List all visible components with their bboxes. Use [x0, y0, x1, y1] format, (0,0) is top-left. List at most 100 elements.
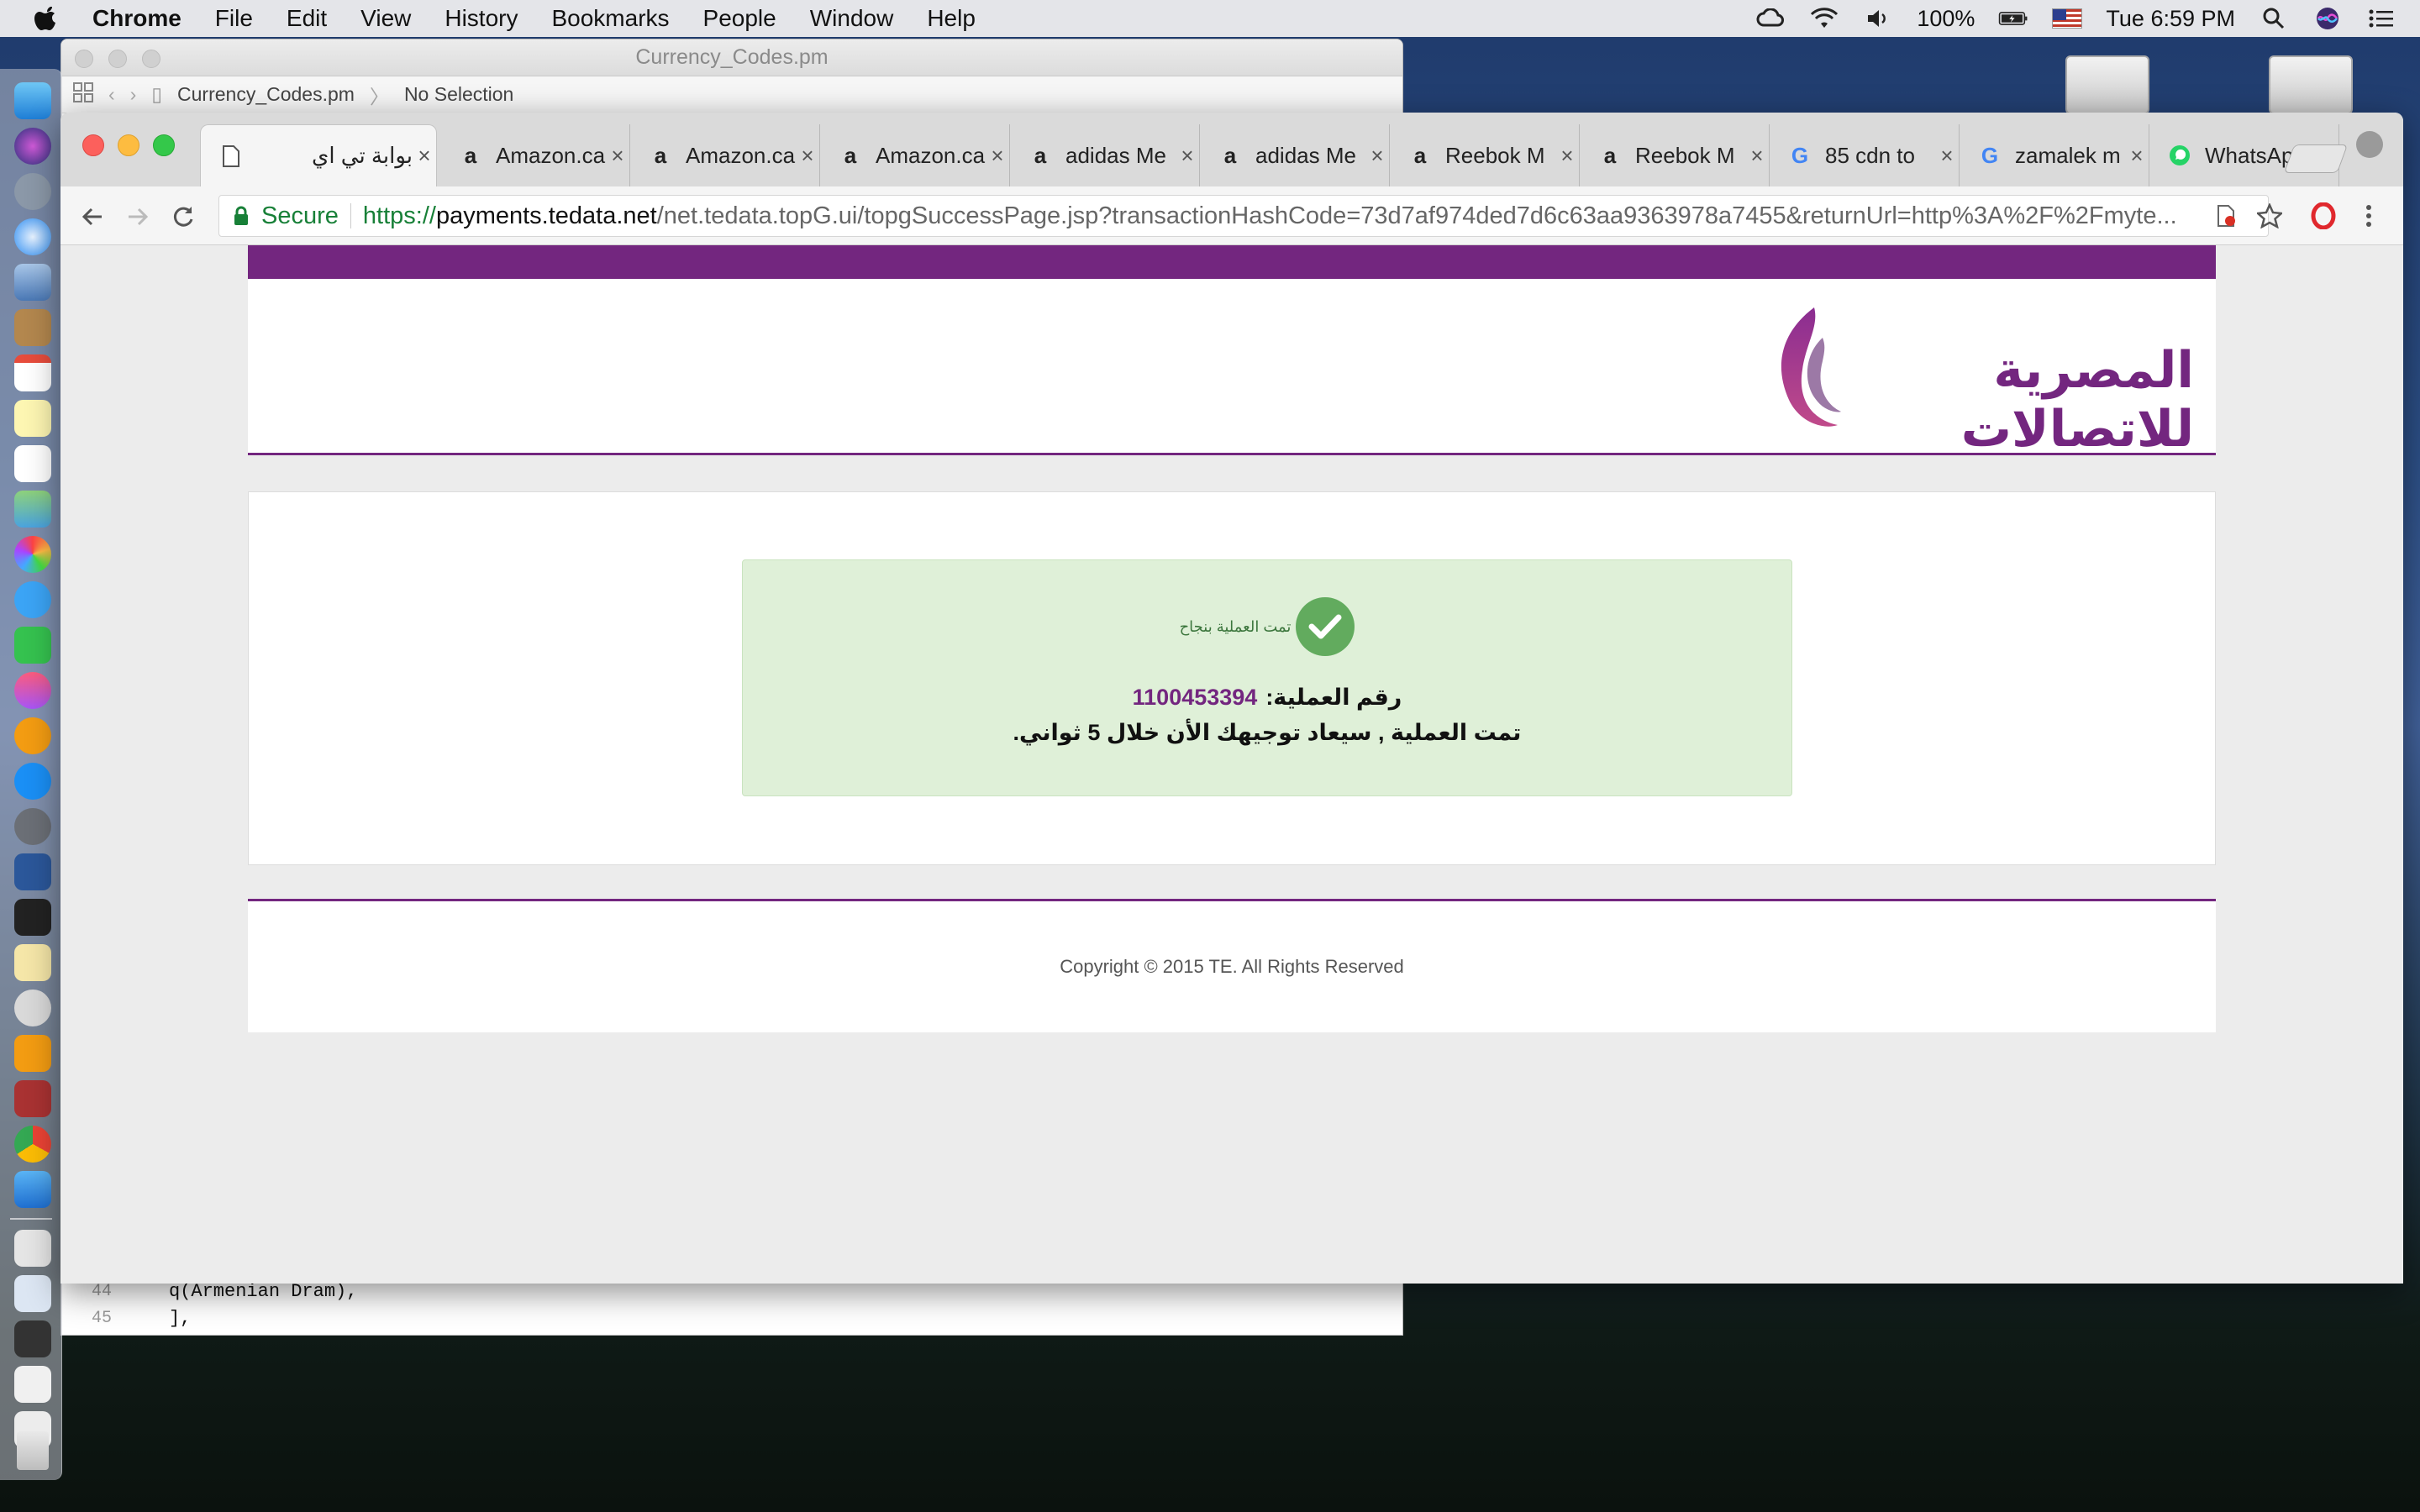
- reload-icon[interactable]: [168, 202, 198, 232]
- word-icon[interactable]: [14, 853, 51, 890]
- dock-separator: [10, 1218, 52, 1220]
- close-tab-icon[interactable]: ×: [1365, 143, 1389, 169]
- calendar-icon[interactable]: [14, 354, 51, 391]
- creative-cloud-icon[interactable]: [1755, 7, 1786, 30]
- sublime-text-icon[interactable]: [14, 1035, 51, 1072]
- menu-edit[interactable]: Edit: [287, 5, 327, 32]
- trash-icon[interactable]: [17, 1431, 49, 1470]
- close-tab-icon[interactable]: ×: [796, 143, 819, 169]
- close-button[interactable]: [82, 134, 104, 156]
- menu-people[interactable]: People: [703, 5, 776, 32]
- apple-icon[interactable]: [34, 5, 64, 32]
- downloads-icon[interactable]: [14, 1366, 51, 1403]
- finder-icon[interactable]: [14, 82, 51, 119]
- menu-bookmarks[interactable]: Bookmarks: [551, 5, 669, 32]
- battery-icon[interactable]: [1998, 7, 2028, 30]
- tab-reebok-1[interactable]: a Reebok M ×: [1390, 124, 1580, 186]
- xcode-icon[interactable]: [14, 1171, 51, 1208]
- forward-button-icon[interactable]: [123, 202, 153, 232]
- screenshot-icon[interactable]: [14, 1275, 51, 1312]
- editor-minimize-button[interactable]: [108, 50, 127, 68]
- sequel-pro-icon[interactable]: [14, 990, 51, 1026]
- menu-window[interactable]: Window: [810, 5, 894, 32]
- tab-amazon-2[interactable]: a Amazon.ca ×: [630, 124, 820, 186]
- tab-adidas-1[interactable]: a adidas Me ×: [1010, 124, 1200, 186]
- close-tab-icon[interactable]: ×: [1176, 143, 1199, 169]
- menu-help[interactable]: Help: [927, 5, 976, 32]
- safari-icon[interactable]: [14, 218, 51, 255]
- reminders-icon[interactable]: [14, 445, 51, 482]
- chrome-menu-icon[interactable]: [2354, 202, 2383, 230]
- grid-icon[interactable]: [73, 81, 93, 108]
- opera-extension-icon[interactable]: [2309, 202, 2338, 230]
- maps-icon[interactable]: [14, 491, 51, 528]
- launchpad-icon[interactable]: [14, 173, 51, 210]
- photos-icon[interactable]: [14, 536, 51, 573]
- tab-google-zamalek[interactable]: G zamalek m ×: [1960, 124, 2149, 186]
- close-tab-icon[interactable]: ×: [986, 143, 1009, 169]
- facetime-icon[interactable]: [14, 627, 51, 664]
- document-icon[interactable]: [14, 1230, 51, 1267]
- path-file[interactable]: Currency_Codes.pm: [177, 83, 355, 106]
- close-tab-icon[interactable]: ×: [1935, 143, 1959, 169]
- minimize-button[interactable]: [118, 134, 139, 156]
- script-editor-icon[interactable]: [14, 944, 51, 981]
- contacts-icon[interactable]: [14, 309, 51, 346]
- profile-avatar-icon[interactable]: [2356, 131, 2383, 158]
- close-tab-icon[interactable]: ×: [2125, 143, 2149, 169]
- siri-dock-icon[interactable]: [14, 128, 51, 165]
- tab-strip: بوابة تي اي × a Amazon.ca × a Amazon.ca …: [60, 113, 2403, 186]
- preview-icon[interactable]: [14, 264, 51, 301]
- back-button-icon[interactable]: [77, 202, 108, 232]
- path-selection[interactable]: No Selection: [404, 83, 513, 106]
- address-bar[interactable]: Secure https:// payments.tedata.net /net…: [218, 195, 2269, 237]
- close-tab-icon[interactable]: ×: [606, 143, 629, 169]
- menubar-clock[interactable]: Tue 6:59 PM: [2106, 6, 2235, 32]
- terminal-window-icon[interactable]: [14, 1320, 51, 1357]
- tab-amazon-1[interactable]: a Amazon.ca ×: [440, 124, 630, 186]
- tab-adidas-2[interactable]: a adidas Me ×: [1200, 124, 1390, 186]
- app-store-icon[interactable]: [14, 763, 51, 800]
- path-separator-icon: 〉: [369, 85, 389, 108]
- desktop-drive-icon[interactable]: [2065, 55, 2149, 114]
- spotlight-search-icon[interactable]: [2259, 7, 2289, 30]
- menu-app-name[interactable]: Chrome: [92, 5, 182, 32]
- chrome-dock-icon[interactable]: [14, 1126, 51, 1163]
- notification-center-icon[interactable]: [2366, 7, 2396, 30]
- forward-icon[interactable]: ›: [130, 83, 137, 106]
- bookmark-star-icon[interactable]: [2255, 202, 2284, 230]
- volume-icon[interactable]: [1863, 7, 1893, 30]
- battery-percent: 100%: [1917, 5, 1975, 31]
- notes-icon[interactable]: [14, 400, 51, 437]
- tab-amazon-3[interactable]: a Amazon.ca ×: [820, 124, 1010, 186]
- ibooks-icon[interactable]: [14, 717, 51, 754]
- menu-view[interactable]: View: [360, 5, 411, 32]
- tab-google-cdn[interactable]: G 85 cdn to ×: [1770, 124, 1960, 186]
- close-tab-icon[interactable]: ×: [413, 143, 436, 169]
- cookie-blocked-icon[interactable]: [2212, 202, 2240, 230]
- code-area[interactable]: 44 q(Armenian Dram), 45 ],: [61, 1278, 1402, 1331]
- close-tab-icon[interactable]: ×: [1745, 143, 1769, 169]
- editor-close-button[interactable]: [75, 50, 93, 68]
- zoom-button[interactable]: [153, 134, 175, 156]
- terminal-icon[interactable]: [14, 899, 51, 936]
- us-flag-input-icon[interactable]: [2052, 8, 2083, 29]
- tab-reebok-2[interactable]: a Reebok M ×: [1580, 124, 1770, 186]
- desktop-disk-icon[interactable]: [2269, 55, 2353, 114]
- editor-zoom-button[interactable]: [142, 50, 160, 68]
- lock-icon[interactable]: [233, 206, 250, 226]
- dictionary-icon[interactable]: [14, 1080, 51, 1117]
- siri-icon[interactable]: [2312, 7, 2343, 30]
- close-tab-icon[interactable]: ×: [1555, 143, 1579, 169]
- te-logo[interactable]: المصرية للاتصالات: [1774, 304, 2199, 457]
- menu-history[interactable]: History: [445, 5, 518, 32]
- new-tab-button[interactable]: [2283, 144, 2349, 173]
- messages-icon[interactable]: [14, 581, 51, 618]
- code-text: ],: [169, 1307, 192, 1329]
- menu-file[interactable]: File: [215, 5, 253, 32]
- itunes-icon[interactable]: [14, 672, 51, 709]
- tab-te-portal[interactable]: بوابة تي اي ×: [200, 124, 437, 186]
- wifi-icon[interactable]: [1809, 7, 1839, 30]
- system-preferences-icon[interactable]: [14, 808, 51, 845]
- back-icon[interactable]: ‹: [108, 83, 115, 106]
